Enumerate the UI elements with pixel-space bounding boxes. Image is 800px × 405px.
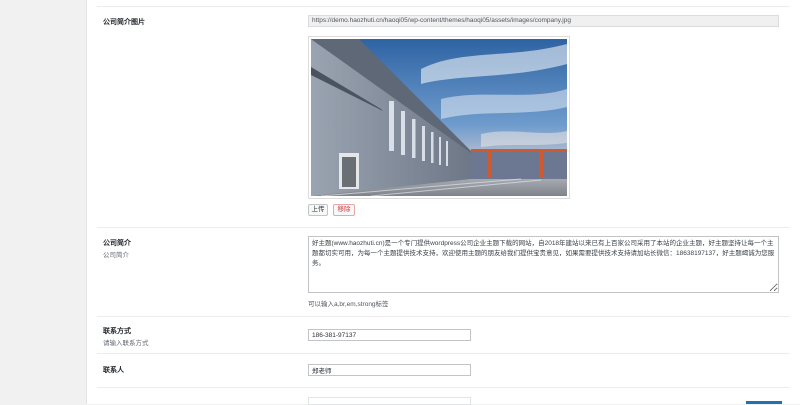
company-intro-label: 公司简介: [103, 240, 131, 247]
divider: [97, 316, 790, 317]
company-image-label: 公司简介图片: [103, 19, 145, 26]
upload-button[interactable]: 上传: [308, 204, 328, 216]
divider: [97, 6, 790, 7]
factory-photo: [311, 39, 567, 196]
company-intro-help: 可以输入a,br,em,strong标签: [308, 301, 389, 308]
contact-phone-description: 请输入联系方式: [103, 340, 149, 347]
company-intro-description: 公司简介: [103, 252, 129, 259]
contact-person-input[interactable]: [308, 364, 471, 376]
divider: [97, 227, 790, 228]
settings-panel: 公司简介图片 https://demo.haozhuti.cn/haoqi05/…: [86, 0, 800, 405]
company-image-url-field[interactable]: https://demo.haozhuti.cn/haoqi05/wp-cont…: [308, 15, 779, 27]
contact-phone-label: 联系方式: [103, 328, 131, 335]
company-intro-textarea[interactable]: 好主题(www.haozhuti.cn)是一个专门提供wordpress公司企业…: [308, 236, 779, 293]
contact-person-label: 联系人: [103, 367, 124, 374]
divider: [97, 353, 790, 354]
company-image-preview: [308, 36, 570, 199]
remove-button[interactable]: 移除: [333, 204, 355, 216]
divider: [97, 387, 790, 388]
contact-phone-input[interactable]: [308, 329, 471, 341]
